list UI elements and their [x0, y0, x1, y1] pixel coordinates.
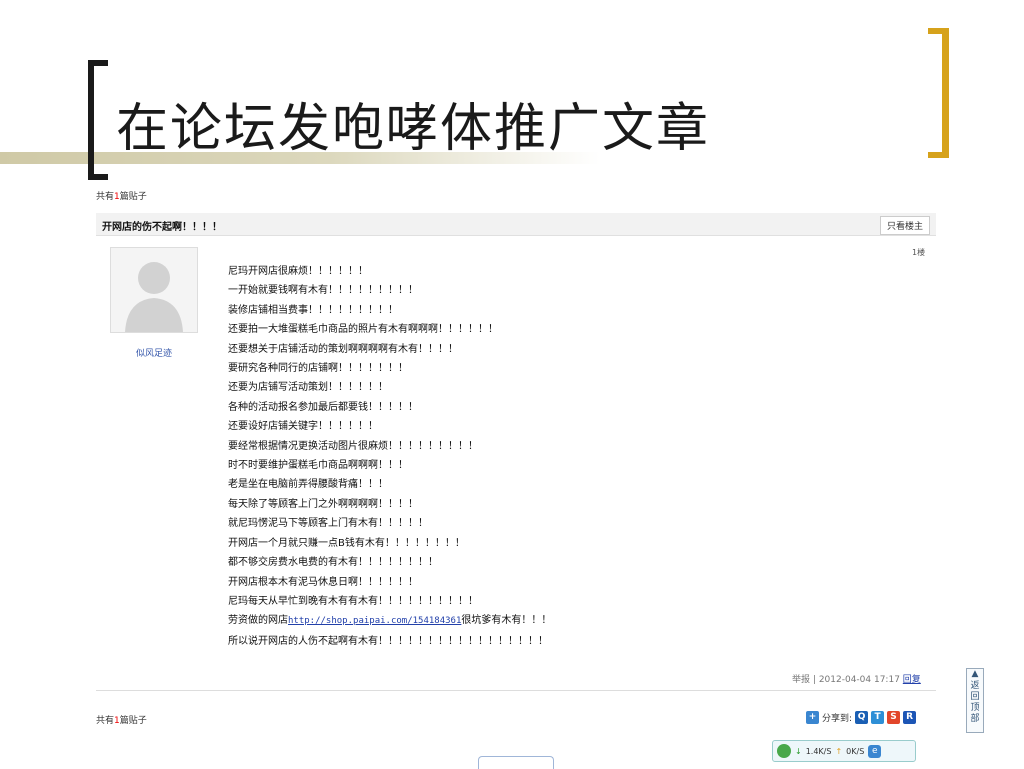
tencent-weibo-share-icon[interactable]: T: [871, 710, 885, 724]
post-line: 都不够交房费水电费的有木有！！！！！！！！: [228, 557, 438, 569]
up-arrow-icon: ▲: [971, 669, 979, 679]
post-line: 就尼玛愣泥马下等顾客上门有木有！！！！！: [228, 518, 428, 530]
renren-share-icon[interactable]: R: [903, 710, 917, 724]
only-op-button[interactable]: 只看楼主: [879, 216, 930, 235]
post-line: 还要拍一大堆蛋糕毛巾商品的照片有木有啊啊啊！！！！！！: [228, 324, 498, 336]
post-line: 要经常根据情况更换活动图片很麻烦！！！！！！！！！: [228, 440, 478, 452]
post-line: 时不时要维护蛋糕毛巾商品啊啊啊！！！: [228, 460, 408, 472]
post-count-top: 共有1篇贴子: [96, 189, 147, 202]
share-plus-icon[interactable]: +: [806, 710, 819, 724]
avatar[interactable]: [110, 247, 198, 333]
download-speed: 1.4K/S: [805, 746, 832, 756]
post-line: 要研究各种同行的店铺啊！！！！！！！: [228, 363, 408, 375]
download-speed-widget[interactable]: ↓ 1.4K/S ↑ 0K/S e: [772, 740, 916, 762]
count-suffix: 篇贴子: [119, 716, 147, 726]
default-avatar-icon: [111, 248, 197, 332]
browser-icon[interactable]: e: [868, 744, 882, 758]
shop-link[interactable]: http://shop.paipai.com/154184361: [288, 616, 461, 626]
post-line: 一开始就要钱啊有木有！！！！！！！！！: [228, 285, 418, 297]
qzone-share-icon[interactable]: Q: [855, 710, 869, 724]
username-link[interactable]: 似风足迹: [110, 346, 198, 359]
post-divider: [96, 690, 936, 691]
floor-number: 1楼: [912, 248, 926, 257]
count-prefix: 共有: [96, 716, 115, 726]
post-line: 还要想关于店铺活动的策划啊啊啊啊有木有！！！！: [228, 343, 458, 355]
share-bar: + 分享到: Q T S R: [806, 709, 917, 725]
left-bracket-decoration: [88, 60, 108, 180]
topic-title: 开网店的伤不起啊！！！！: [102, 222, 222, 233]
topic-header-bar: 开网店的伤不起啊！！！！ 只看楼主: [96, 213, 936, 236]
post-line: 每天除了等顾客上门之外啊啊啊啊！！！！: [228, 498, 418, 510]
up-arrow-icon: ↑: [835, 746, 843, 756]
post-line: 老是坐在电脑前弄得腰酸背痛！！！: [228, 479, 388, 491]
post-line: 还要设好店铺关键字！！！！！！: [228, 421, 378, 433]
slide-title: 在论坛发咆哮体推广文章: [116, 99, 711, 159]
post-meta: 举报 | 2012-04-04 17:17 回复: [792, 672, 921, 685]
post-line-with-link: 劳资做的网店http://shop.paipai.com/154184361很坑…: [228, 611, 888, 631]
post-line: 还要为店铺写活动策划！！！！！！: [228, 382, 388, 394]
post-line: 开网店根本木有泥马休息日啊！！！！！！: [228, 576, 418, 588]
down-arrow-icon: ↓: [795, 746, 802, 756]
link-line-after: 很坑爹有木有！！！: [461, 615, 552, 627]
post-line: 所以说开网店的人伤不起啊有木有！！！！！！！！！！！！！！！！！: [228, 635, 548, 647]
post-line: 开网店一个月就只赚一点B钱有木有！！！！！！！！: [228, 537, 465, 549]
right-bracket-decoration: [928, 28, 949, 158]
post-line: 尼玛每天从早忙到晚有木有有木有！！！！！！！！！！: [228, 595, 478, 607]
meta-separator: |: [812, 675, 816, 685]
back-to-top-label: 返回顶部: [970, 681, 980, 724]
post-line: 尼玛开网店很麻烦！！！！！！: [228, 266, 368, 277]
post-datetime: 2012-04-04 17:17: [818, 675, 900, 685]
post-line: 装修店铺相当费事！！！！！！！！！: [228, 304, 398, 316]
post-count-bottom: 共有1篇贴子: [96, 713, 147, 726]
bottom-tab[interactable]: [478, 756, 554, 769]
post-content: 尼玛开网店很麻烦！！！！！！ 一开始就要钱啊有木有！！！！！！！！！ 装修店铺相…: [228, 262, 888, 651]
count-prefix: 共有: [96, 192, 115, 202]
reply-link[interactable]: 回复: [903, 675, 921, 685]
sina-weibo-share-icon[interactable]: S: [887, 710, 901, 724]
upload-speed: 0K/S: [846, 746, 865, 756]
share-label: 分享到:: [822, 713, 853, 724]
accelerator-ball-icon: [777, 744, 791, 758]
link-line-before: 劳资做的网店: [228, 615, 288, 627]
back-to-top-button[interactable]: ▲ 返回顶部: [966, 668, 984, 733]
count-suffix: 篇贴子: [119, 192, 147, 202]
report-link[interactable]: 举报: [792, 675, 810, 685]
post-line: 各种的活动报名参加最后都要钱！！！！！: [228, 401, 418, 413]
